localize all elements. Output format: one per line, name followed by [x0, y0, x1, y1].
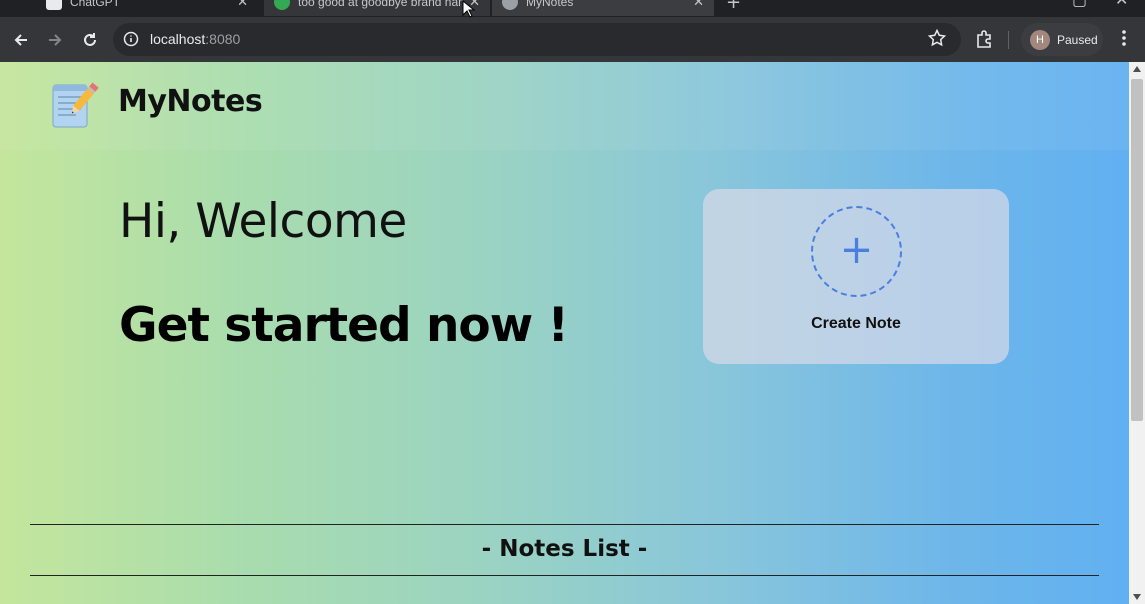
tab-close-icon[interactable]: ✕: [693, 0, 704, 10]
mouse-cursor-icon: [462, 0, 476, 18]
url-host: localhost: [150, 31, 206, 47]
url-text[interactable]: localhost:8080: [150, 31, 240, 47]
maximize-icon[interactable]: ▢: [1072, 0, 1087, 9]
site-info-icon[interactable]: [123, 31, 139, 47]
bookmark-star-icon[interactable]: [927, 28, 947, 48]
plus-icon: +: [839, 226, 874, 273]
google-icon: [274, 0, 290, 10]
tab-google-search[interactable]: too good at goodbye brand name ✕: [264, 0, 490, 16]
page-scrollbar[interactable]: [1129, 62, 1145, 604]
create-note-button[interactable]: +: [811, 206, 902, 297]
profile-button[interactable]: H Paused: [1021, 23, 1103, 56]
brand-title[interactable]: MyNotes: [118, 84, 263, 119]
tab-close-icon[interactable]: ✕: [237, 0, 248, 10]
reload-button[interactable]: [78, 28, 102, 52]
globe-icon: [502, 0, 518, 10]
toolbar-divider: [1008, 31, 1009, 49]
welcome-heading: Hi, Welcome: [119, 194, 407, 249]
create-note-card[interactable]: + Create Note: [703, 189, 1009, 364]
tab-mynotes[interactable]: MyNotes ✕: [492, 0, 714, 16]
scrollbar-thumb[interactable]: [1131, 79, 1143, 421]
tab-title: too good at goodbye brand name: [298, 0, 464, 9]
address-bar[interactable]: localhost:8080: [113, 23, 961, 56]
avatar: H: [1030, 29, 1050, 50]
scroll-down-arrow-icon[interactable]: [1133, 594, 1141, 600]
page-viewport: MyNotes Hi, Welcome Get started now ! + …: [0, 62, 1129, 604]
chatgpt-icon: [46, 0, 62, 10]
page-header: MyNotes: [0, 62, 1129, 150]
forward-arrow-icon: [49, 34, 62, 46]
url-port: :8080: [205, 31, 241, 47]
tab-title: MyNotes: [526, 0, 574, 9]
notes-list-heading: - Notes List -: [481, 536, 648, 562]
browser-toolbar: localhost:8080 H Paused: [0, 17, 1145, 62]
profile-status: Paused: [1057, 32, 1098, 47]
notepad-pencil-icon: [52, 82, 99, 128]
tab-title: ChatGPT: [70, 0, 121, 9]
more-menu-icon[interactable]: [1114, 28, 1134, 48]
scroll-up-arrow-icon[interactable]: [1133, 66, 1141, 72]
tab-strip: ChatGPT ✕ too good at goodbye brand name…: [0, 0, 1145, 17]
reload-icon: [84, 33, 96, 46]
forward-button[interactable]: [43, 28, 67, 52]
divider: [30, 524, 1099, 525]
get-started-heading: Get started now !: [119, 298, 569, 353]
back-arrow-icon: [14, 34, 27, 46]
extensions-puzzle-icon[interactable]: [974, 28, 996, 50]
create-note-label: Create Note: [811, 315, 901, 332]
new-tab-icon[interactable]: +: [726, 0, 741, 13]
tab-chatgpt[interactable]: ChatGPT ✕: [36, 0, 258, 16]
close-window-icon[interactable]: ✕: [1115, 0, 1128, 9]
back-button[interactable]: [9, 28, 33, 52]
divider: [30, 575, 1099, 576]
